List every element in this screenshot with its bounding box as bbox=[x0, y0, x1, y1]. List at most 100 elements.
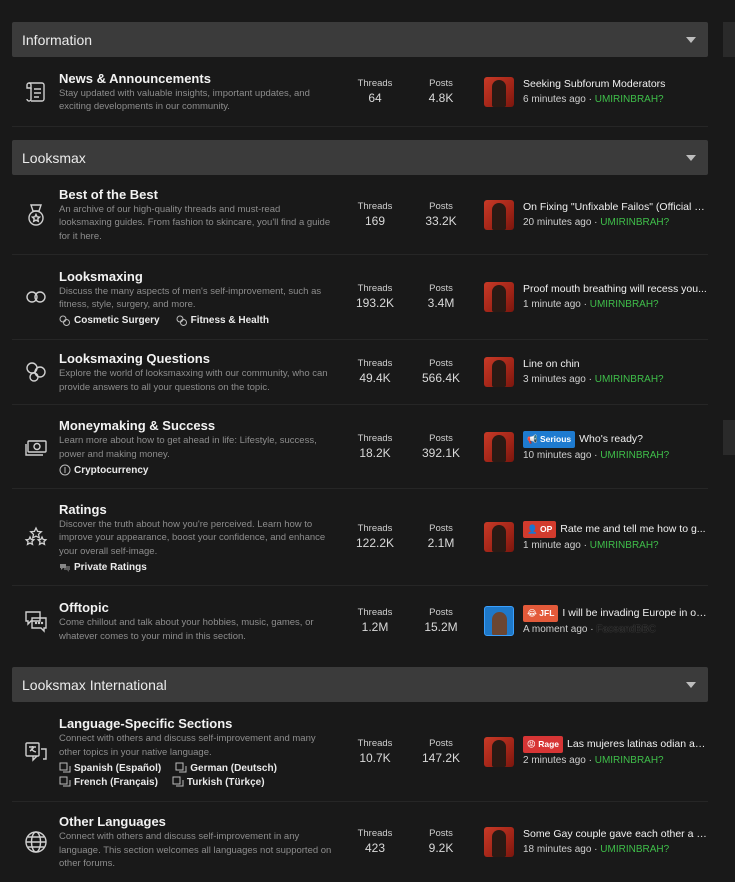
forum-info: Looksmaxing Discuss the many aspects of … bbox=[59, 266, 342, 329]
forum-title-link[interactable]: Offtopic bbox=[59, 599, 342, 616]
last-post-username[interactable]: UMIRINBRAH? bbox=[595, 755, 664, 766]
avatar[interactable] bbox=[484, 736, 514, 767]
avatar[interactable] bbox=[484, 431, 514, 462]
last-post-username[interactable]: UMIRINBRAH? bbox=[600, 844, 669, 855]
last-post-title-link[interactable]: Rate me and tell me how to g... bbox=[560, 522, 705, 537]
forum-row[interactable]: Looksmaxing Questions Explore the world … bbox=[12, 340, 708, 405]
threads-count: 193.2K bbox=[355, 296, 395, 310]
forum-description: Learn more about how to get ahead in lif… bbox=[59, 435, 317, 446]
forum-description: fitness, style, surgery, and more. bbox=[59, 299, 196, 310]
last-post: 😡 Rage Las mujeres latinas odian a l... 2… bbox=[474, 735, 708, 768]
globe-icon bbox=[12, 829, 59, 855]
category-header[interactable]: Information bbox=[12, 22, 708, 57]
last-post-title-link[interactable]: Proof mouth breathing will recess you... bbox=[523, 282, 707, 297]
infinity-icon bbox=[12, 284, 59, 310]
last-post-time[interactable]: 6 minutes ago bbox=[523, 94, 586, 105]
forum-row[interactable]: Best of the Best An archive of our high-… bbox=[12, 175, 708, 255]
posts-label: Posts bbox=[429, 523, 453, 534]
last-post-title-link[interactable]: Who's ready? bbox=[579, 432, 643, 447]
threads-label: Threads bbox=[357, 283, 393, 294]
forum-title-link[interactable]: Language-Specific Sections bbox=[59, 715, 342, 732]
collapse-chevron-icon[interactable] bbox=[686, 36, 696, 43]
last-post-username[interactable]: UMIRINBRAH? bbox=[600, 450, 669, 461]
last-post-username[interactable]: UMIRINBRAH? bbox=[600, 217, 669, 228]
last-post-time[interactable]: 2 minutes ago bbox=[523, 755, 586, 766]
subforum-link[interactable]: Spanish (Español) bbox=[59, 762, 161, 774]
last-post-title-link[interactable]: Some Gay couple gave each other a b... bbox=[523, 827, 708, 842]
forum-row[interactable]: News & Announcements Stay updated with v… bbox=[12, 57, 708, 127]
last-post-time[interactable]: 3 minutes ago bbox=[523, 374, 586, 385]
sidebar-edge bbox=[723, 0, 735, 882]
prefix-label: OP bbox=[539, 524, 553, 534]
forum-row[interactable]: Looksmaxing Discuss the many aspects of … bbox=[12, 255, 708, 340]
forum-title-link[interactable]: Best of the Best bbox=[59, 186, 342, 203]
threads-stat: Threads 10.7K bbox=[342, 738, 408, 766]
forum-title-link[interactable]: Moneymaking & Success bbox=[59, 417, 342, 434]
thread-prefix-op[interactable]: 👤 OP bbox=[523, 521, 557, 538]
last-post-username[interactable]: UMIRINBRAH? bbox=[590, 299, 659, 310]
subforum-link[interactable]: Cosmetic Surgery bbox=[59, 315, 160, 327]
avatar[interactable] bbox=[484, 357, 514, 387]
subforum-link[interactable]: German (Deutsch) bbox=[175, 762, 277, 774]
avatar[interactable] bbox=[484, 199, 514, 230]
forum-title-link[interactable]: Looksmaxing bbox=[59, 268, 342, 285]
avatar[interactable] bbox=[484, 827, 514, 857]
last-post-title-link[interactable]: On Fixing "Unfixable Failos" (Official G… bbox=[523, 200, 708, 215]
last-post-time[interactable]: A moment ago bbox=[523, 624, 587, 635]
last-post-title-link[interactable]: Las mujeres latinas odian a l... bbox=[567, 737, 708, 752]
forum-row[interactable]: Other Languages Connect with others and … bbox=[12, 802, 708, 882]
thread-prefix-jfl[interactable]: 😂 JFL bbox=[523, 605, 559, 622]
last-post-username[interactable]: UMIRINBRAH? bbox=[590, 540, 659, 551]
posts-count: 9.2K bbox=[428, 841, 454, 855]
threads-label: Threads bbox=[357, 77, 393, 89]
threads-count: 49.4K bbox=[359, 371, 391, 385]
translate-icon bbox=[12, 739, 59, 765]
forum-description: language. This section welcomes all lang… bbox=[59, 844, 332, 856]
subforum-link[interactable]: Turkish (Türkçe) bbox=[172, 776, 265, 788]
avatar[interactable] bbox=[484, 606, 514, 636]
category-header[interactable]: Looksmax International bbox=[12, 667, 708, 702]
subforum-link[interactable]: French (Français) bbox=[59, 776, 158, 788]
forum-title-link[interactable]: Other Languages bbox=[59, 813, 342, 830]
last-post-time[interactable]: 18 minutes ago bbox=[523, 844, 591, 855]
category-header[interactable]: Looksmax bbox=[12, 140, 708, 175]
last-post-username[interactable]: UMIRINBRAH? bbox=[595, 94, 664, 105]
forum-title-link[interactable]: Looksmaxing Questions bbox=[59, 350, 342, 367]
forum-title-link[interactable]: Ratings bbox=[59, 501, 342, 518]
posts-label: Posts bbox=[429, 607, 453, 618]
forum-row[interactable]: Language-Specific Sections Connect with … bbox=[12, 702, 708, 802]
collapse-chevron-icon[interactable] bbox=[686, 681, 696, 688]
subforum-label: Cosmetic Surgery bbox=[74, 315, 160, 326]
forum-info: Offtopic Come chillout and talk about yo… bbox=[59, 597, 342, 645]
avatar[interactable] bbox=[484, 76, 514, 107]
last-post-title-link[interactable]: I will be invading Europe in on... bbox=[562, 606, 708, 621]
last-post-time[interactable]: 1 minute ago bbox=[523, 540, 581, 551]
subforum-link[interactable]: Fitness & Health bbox=[176, 315, 269, 327]
last-post-time[interactable]: 10 minutes ago bbox=[523, 450, 591, 461]
thread-prefix-rage[interactable]: 😡 Rage bbox=[523, 735, 564, 753]
last-post-username[interactable]: UMIRINBRAH? bbox=[595, 374, 664, 385]
avatar[interactable] bbox=[484, 282, 514, 312]
stars-icon bbox=[12, 524, 59, 550]
subforum-icon bbox=[59, 776, 71, 787]
last-post-time[interactable]: 1 minute ago bbox=[523, 299, 581, 310]
forum-description: Discuss the many aspects of men's self-i… bbox=[59, 285, 322, 297]
last-post-title-link[interactable]: Seeking Subforum Moderators bbox=[523, 77, 665, 92]
forum-row[interactable]: Moneymaking & Success Learn more about h… bbox=[12, 405, 708, 489]
avatar[interactable] bbox=[484, 522, 514, 552]
forum-row[interactable]: Offtopic Come chillout and talk about yo… bbox=[12, 586, 708, 656]
last-post-time[interactable]: 20 minutes ago bbox=[523, 217, 591, 228]
subforum-link[interactable]: Private Ratings bbox=[59, 561, 147, 573]
collapse-chevron-icon[interactable] bbox=[686, 154, 696, 161]
category-title: Looksmax bbox=[22, 149, 86, 166]
category-looksmax-international: Looksmax International Language-Specific… bbox=[12, 667, 708, 882]
last-post-title-link[interactable]: Line on chin bbox=[523, 357, 580, 372]
forum-description: looksmaxing guides. From fashion to skin… bbox=[59, 217, 331, 229]
subforum-link[interactable]: Cryptocurrency bbox=[59, 464, 148, 476]
threads-stat: Threads 423 bbox=[342, 828, 408, 856]
last-post-username[interactable]: FaceandBBC bbox=[596, 624, 655, 635]
threads-stat: Threads 193.2K bbox=[342, 283, 408, 311]
forum-row[interactable]: Ratings Discover the truth about how you… bbox=[12, 489, 708, 586]
thread-prefix-serious[interactable]: 📢 Serious bbox=[523, 430, 576, 448]
forum-title-link[interactable]: News & Announcements bbox=[59, 70, 342, 87]
